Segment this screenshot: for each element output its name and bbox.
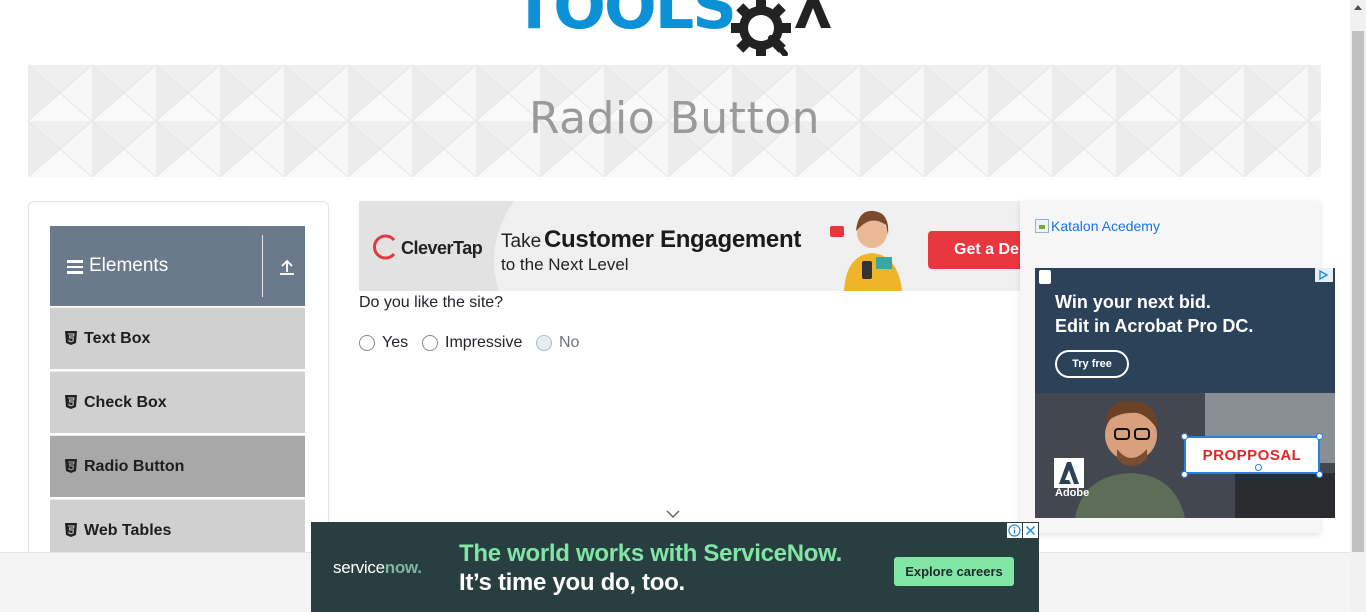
- ad-subline: to the Next Level: [501, 255, 629, 274]
- try-free-button[interactable]: Try free: [1055, 350, 1129, 378]
- radio-label-no: No: [559, 334, 580, 351]
- sidebar-item-check-box[interactable]: Check Box: [50, 371, 305, 433]
- servicenow-subline: It’s time you do, too.: [459, 569, 685, 596]
- selection-handle: [1181, 471, 1188, 478]
- logo-qa-mark: [731, 0, 831, 56]
- clevertap-logo-icon: [373, 234, 396, 260]
- collapse-up-icon[interactable]: [278, 258, 296, 276]
- radio-no: No: [536, 333, 579, 353]
- adobe-brand: Adobe: [1055, 487, 1090, 499]
- html5-icon: [65, 459, 77, 473]
- toolsqa-logo[interactable]: TOOLS: [513, 0, 843, 56]
- proposal-selection-box: PROPPOSAL: [1184, 436, 1320, 474]
- adobe-ad-headline: Win your next bid. Edit in Acrobat Pro D…: [1055, 290, 1253, 338]
- hamburger-icon: [67, 260, 83, 274]
- page-banner: Radio Button: [28, 65, 1321, 177]
- radio-input-yes[interactable]: [359, 335, 375, 351]
- radio-input-no: [536, 335, 552, 351]
- radio-question: Do you like the site?: [359, 294, 504, 311]
- servicenow-ad[interactable]: servicenow. The world works with Service…: [311, 522, 1039, 612]
- radio-yes[interactable]: Yes: [359, 333, 408, 353]
- scroll-up-arrow-icon[interactable]: [1354, 5, 1362, 10]
- adobe-headline-line-2: Edit in Acrobat Pro DC.: [1055, 316, 1254, 336]
- radio-label-yes[interactable]: Yes: [382, 333, 408, 353]
- ad-take-text: Take: [501, 231, 542, 252]
- ad-person-image: [830, 210, 902, 291]
- clevertap-brand: CleverTap: [401, 238, 483, 258]
- logo-tools-text: TOOLS: [513, 0, 737, 43]
- sidebar-item-label: Check Box: [84, 394, 167, 411]
- selection-handle: [1255, 464, 1262, 471]
- page-title: Radio Button: [528, 93, 820, 144]
- servicenow-logo-prefix: service: [333, 558, 385, 577]
- html5-icon: [65, 523, 77, 537]
- radio-input-impressive[interactable]: [422, 335, 438, 351]
- katalon-alt-text[interactable]: Katalon Acedemy: [1051, 218, 1160, 234]
- adchoices-icon[interactable]: [1315, 268, 1333, 282]
- selection-handle: [1181, 433, 1188, 440]
- sidebar-item-label: Web Tables: [84, 522, 172, 539]
- sidebar-group-label: Elements: [89, 255, 169, 276]
- get-a-demo-button[interactable]: Get a Demo: [928, 231, 1020, 269]
- radio-label-impressive[interactable]: Impressive: [445, 333, 522, 353]
- selection-handle: [1316, 471, 1323, 478]
- scrollbar-thumb[interactable]: [1352, 31, 1364, 552]
- privacy-icon[interactable]: [1039, 270, 1051, 284]
- ad-info-icon[interactable]: [1007, 523, 1022, 538]
- ad-close-icon[interactable]: [1023, 523, 1038, 538]
- ad-headline: Customer Engagement: [544, 226, 802, 253]
- sidebar-item-label: Radio Button: [84, 458, 185, 475]
- adobe-headline-line-1: Win your next bid.: [1055, 292, 1211, 312]
- adobe-acrobat-ad[interactable]: Win your next bid. Edit in Acrobat Pro D…: [1035, 268, 1335, 518]
- adobe-logo-icon: [1054, 458, 1084, 488]
- proposal-text: PROPPOSAL: [1202, 447, 1302, 464]
- sidebar-item-radio-button[interactable]: Radio Button: [50, 435, 305, 497]
- explore-careers-button[interactable]: Explore careers: [894, 557, 1014, 586]
- html5-icon: [65, 331, 77, 345]
- sidebar-item-label: Text Box: [84, 330, 151, 347]
- broken-image-icon: [1035, 219, 1049, 233]
- sidebar-item-text-box[interactable]: Text Box: [50, 307, 305, 369]
- group-header-divider: [262, 235, 263, 297]
- servicenow-logo: servicenow.: [333, 558, 422, 578]
- katalon-academy-link[interactable]: Katalon Acedemy: [1035, 218, 1160, 234]
- html5-icon: [65, 395, 77, 409]
- sidebar-group-elements[interactable]: Elements: [50, 226, 305, 306]
- selection-handle: [1316, 433, 1323, 440]
- servicenow-headline: The world works with ServiceNow.: [459, 540, 842, 567]
- clevertap-ad[interactable]: CleverTap Take Customer Engagement to th…: [359, 201, 1020, 291]
- chevron-down-icon[interactable]: [666, 510, 680, 519]
- page-scrollbar[interactable]: [1350, 0, 1366, 612]
- servicenow-logo-suffix: now.: [384, 558, 422, 577]
- radio-impressive[interactable]: Impressive: [422, 333, 522, 353]
